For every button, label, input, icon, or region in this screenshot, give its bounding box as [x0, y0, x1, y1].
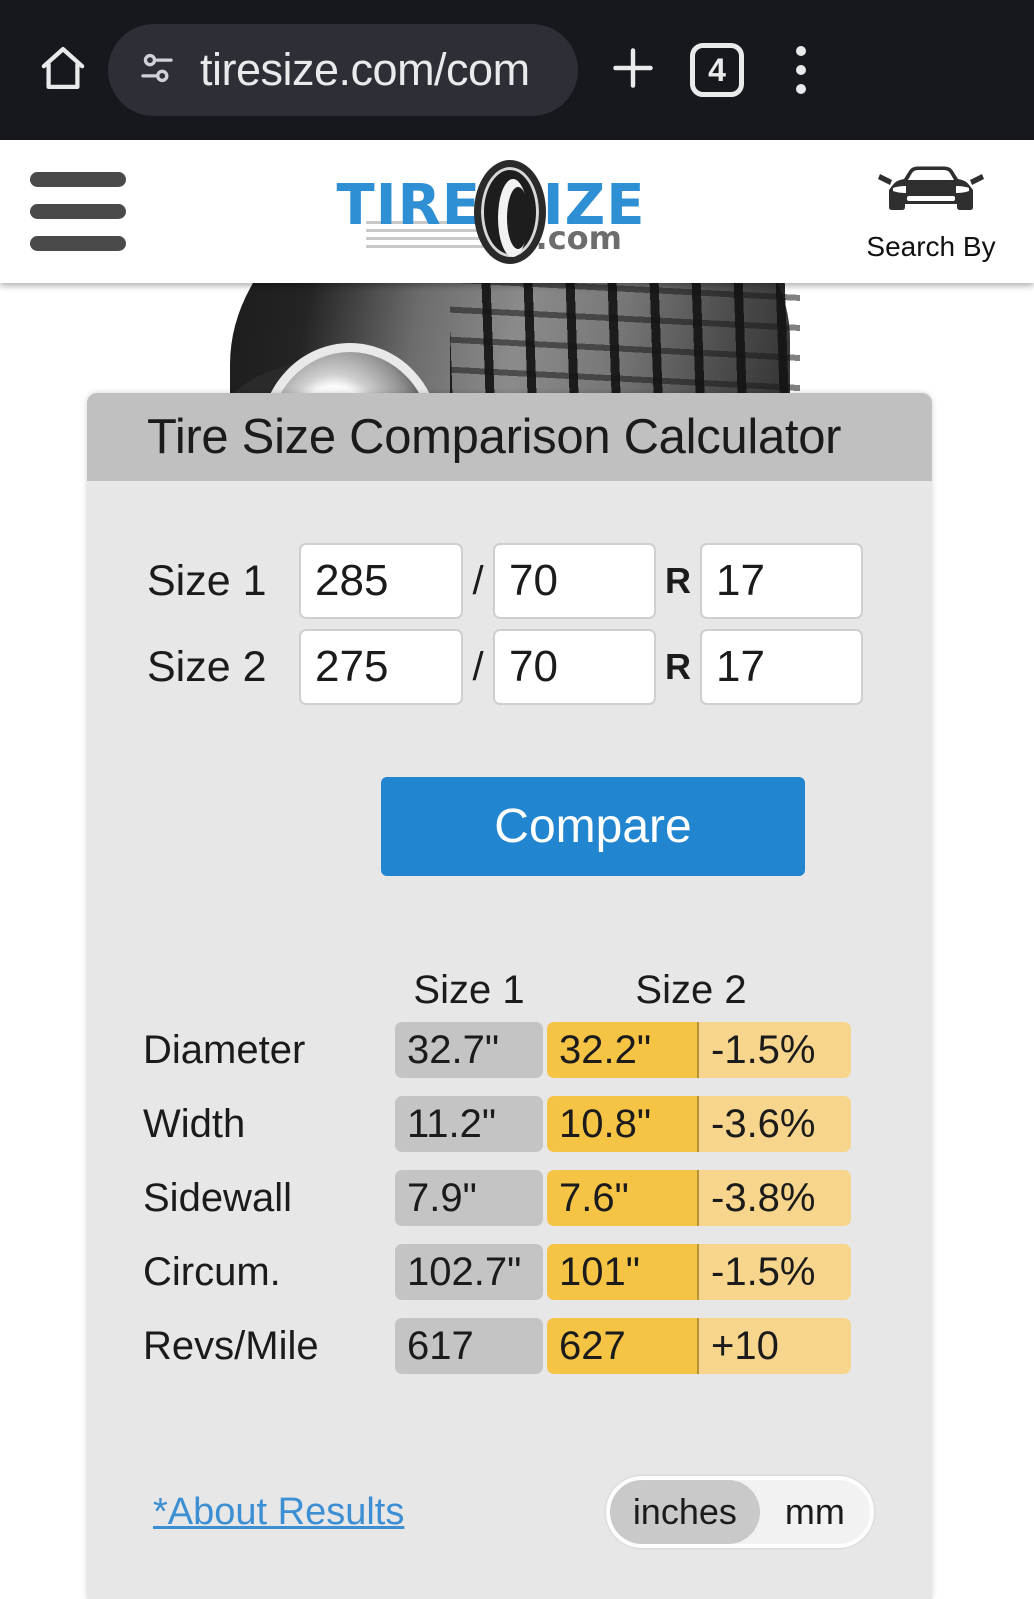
- url-text: tiresize.com/com: [200, 44, 530, 95]
- new-tab-button[interactable]: [594, 31, 672, 109]
- size2-aspect-input[interactable]: [493, 629, 656, 705]
- size2-slash-separator: /: [472, 644, 484, 689]
- size2-row: Size 2 / R: [147, 625, 932, 709]
- row-label-revs-per-mile: Revs/Mile: [143, 1323, 319, 1368]
- url-bar[interactable]: tiresize.com/com: [108, 24, 578, 116]
- browser-toolbar: tiresize.com/com 4: [0, 0, 1034, 140]
- tab-switcher-button[interactable]: 4: [678, 31, 756, 109]
- size-input-section: Size 1 / R Size 2 / R: [87, 481, 932, 709]
- results-table: Size 1 Size 2 Diameter 32.7" 32.2" -1.5%…: [87, 958, 932, 1374]
- size1-width-input[interactable]: [299, 543, 463, 619]
- cell-size1-sidewall: 7.9": [395, 1170, 543, 1226]
- results-header-size1: Size 1: [413, 967, 525, 1012]
- cell-size1-revs-per-mile: 617: [395, 1318, 543, 1374]
- row-label-sidewall: Sidewall: [143, 1175, 292, 1220]
- tab-count-label: 4: [708, 52, 726, 88]
- cell-size1-width: 11.2": [395, 1096, 543, 1152]
- search-by-label: Search By: [866, 231, 996, 262]
- about-results-link[interactable]: *About Results: [153, 1491, 404, 1534]
- compare-button[interactable]: Compare: [381, 777, 805, 876]
- cell-size1-diameter: 32.7": [395, 1022, 543, 1078]
- size2-radial-label: R: [665, 646, 691, 687]
- unit-option-mm[interactable]: mm: [760, 1480, 870, 1544]
- tab-counter-icon: 4: [690, 43, 744, 97]
- size2-width-input[interactable]: [299, 629, 463, 705]
- calculator-title-bar: Tire Size Comparison Calculator: [87, 393, 932, 481]
- size1-row: Size 1 / R: [147, 539, 932, 623]
- size1-aspect-input[interactable]: [493, 543, 656, 619]
- table-row: Circum. 102.7" 101" -1.5%: [143, 1244, 932, 1300]
- unit-toggle[interactable]: inches mm: [606, 1476, 874, 1548]
- cell-size2-revs-per-mile: 627: [547, 1318, 699, 1374]
- hamburger-icon-line: [30, 204, 126, 219]
- home-button[interactable]: [24, 31, 102, 109]
- cell-diff-width: -3.6%: [699, 1096, 851, 1152]
- page-body: Tire Size Comparison Calculator Size 1 /…: [0, 283, 1034, 1599]
- plus-icon: [605, 40, 661, 101]
- cell-size1-circumference: 102.7": [395, 1244, 543, 1300]
- tire-comparison-calculator-card: Tire Size Comparison Calculator Size 1 /…: [87, 393, 932, 1599]
- cell-diff-circumference: -1.5%: [699, 1244, 851, 1300]
- results-header-size2: Size 2: [635, 967, 747, 1012]
- hamburger-icon-line: [30, 236, 126, 251]
- table-row: Sidewall 7.9" 7.6" -3.8%: [143, 1170, 932, 1226]
- cell-size2-width: 10.8": [547, 1096, 699, 1152]
- size1-diameter-input[interactable]: [700, 543, 863, 619]
- compare-button-wrap: Compare: [87, 777, 932, 876]
- size1-radial-label: R: [665, 560, 691, 601]
- car-front-icon: [876, 160, 986, 229]
- card-footer: *About Results inches mm: [87, 1476, 932, 1548]
- cell-size2-sidewall: 7.6": [547, 1170, 699, 1226]
- site-menu-button[interactable]: [30, 172, 126, 251]
- size1-slash-separator: /: [472, 558, 484, 603]
- cell-size2-circumference: 101": [547, 1244, 699, 1300]
- search-by-vehicle-button[interactable]: Search By: [856, 160, 1006, 263]
- size2-label: Size 2: [147, 642, 267, 691]
- cell-size2-diameter: 32.2": [547, 1022, 699, 1078]
- row-label-diameter: Diameter: [143, 1027, 306, 1072]
- row-label-width: Width: [143, 1101, 246, 1146]
- tune-icon: [136, 47, 178, 94]
- table-row: Diameter 32.7" 32.2" -1.5%: [143, 1022, 932, 1078]
- more-vertical-icon: [796, 46, 806, 94]
- row-label-circumference: Circum.: [143, 1249, 281, 1294]
- home-icon: [36, 41, 90, 100]
- table-row: Width 11.2" 10.8" -3.6%: [143, 1096, 932, 1152]
- site-logo[interactable]: TIRE SIZE .com: [337, 157, 644, 267]
- table-row: Revs/Mile 617 627 +10: [143, 1318, 932, 1374]
- browser-menu-button[interactable]: [762, 31, 840, 109]
- logo-tire-icon: [474, 159, 546, 264]
- results-header-row: Size 1 Size 2: [143, 958, 932, 1022]
- page-title: Tire Size Comparison Calculator: [147, 410, 842, 464]
- logo-dotcom-text: .com: [535, 218, 622, 257]
- cell-diff-sidewall: -3.8%: [699, 1170, 851, 1226]
- size1-label: Size 1: [147, 556, 267, 605]
- size2-diameter-input[interactable]: [700, 629, 863, 705]
- unit-option-inches[interactable]: inches: [610, 1480, 760, 1544]
- cell-diff-revs-per-mile: +10: [699, 1318, 851, 1374]
- cell-diff-diameter: -1.5%: [699, 1022, 851, 1078]
- site-header: TIRE SIZE .com Search By: [0, 140, 1034, 283]
- hamburger-icon-line: [30, 172, 126, 187]
